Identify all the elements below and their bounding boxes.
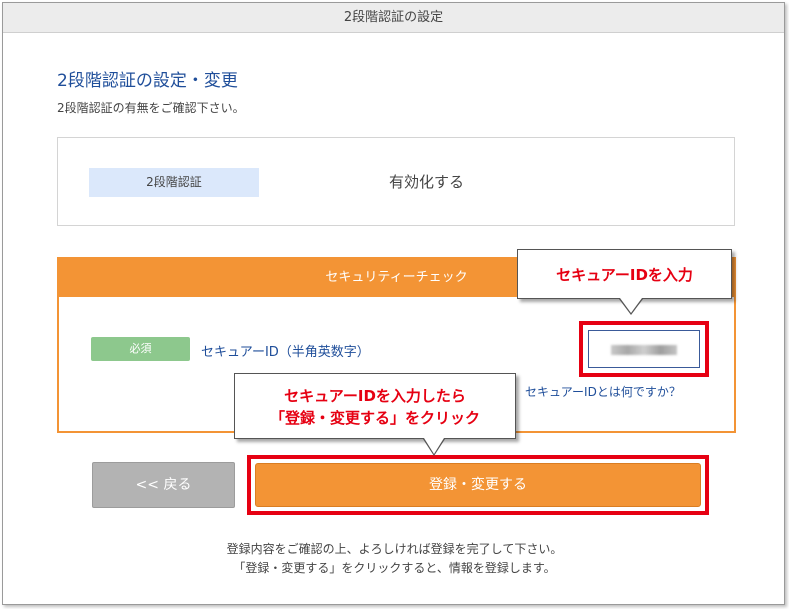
callout-tail-fill xyxy=(620,298,642,313)
register-change-button[interactable]: 登録・変更する xyxy=(255,463,701,507)
secure-id-help-link[interactable]: セキュアーIDとは何ですか？ xyxy=(525,383,681,400)
dialog-window: 2段階認証の設定 2段階認証の設定・変更 2段階認証の有無をご確認下さい。 2段… xyxy=(2,2,785,605)
twofa-label: 2段階認証 xyxy=(89,168,259,197)
confirmation-note-line2: 「登録・変更する」をクリックすると、情報を登録します。 xyxy=(233,561,556,575)
window-title: 2段階認証の設定 xyxy=(3,3,784,33)
callout-click-submit-line2: 「登録・変更する」をクリック xyxy=(269,409,480,427)
page-title: 2段階認証の設定・変更 xyxy=(57,71,238,91)
twofa-value: 有効化する xyxy=(389,173,465,191)
back-button[interactable]: << 戻る xyxy=(92,462,235,508)
callout-click-submit: セキュアーIDを入力したら 「登録・変更する」をクリック xyxy=(234,373,516,439)
required-badge: 必須 xyxy=(91,337,190,361)
submit-highlight: 登録・変更する xyxy=(247,455,709,515)
twofa-status-panel: 2段階認証 有効化する xyxy=(57,137,735,226)
confirmation-note-line1: 登録内容をご確認の上、よろしければ登録を完了して下さい。 xyxy=(226,542,563,556)
callout-input-secure-id: セキュアーIDを入力 xyxy=(517,249,732,299)
secure-id-label: セキュアーID（半角英数字） xyxy=(201,345,370,360)
masked-input-value xyxy=(611,345,677,355)
secure-id-input-box[interactable] xyxy=(588,330,700,368)
callout-tail-fill xyxy=(424,438,444,454)
secure-id-highlight xyxy=(579,321,709,377)
callout-click-submit-line1: セキュアーIDを入力したら xyxy=(284,387,466,405)
page-subtitle: 2段階認証の有無をご確認下さい。 xyxy=(57,101,245,115)
